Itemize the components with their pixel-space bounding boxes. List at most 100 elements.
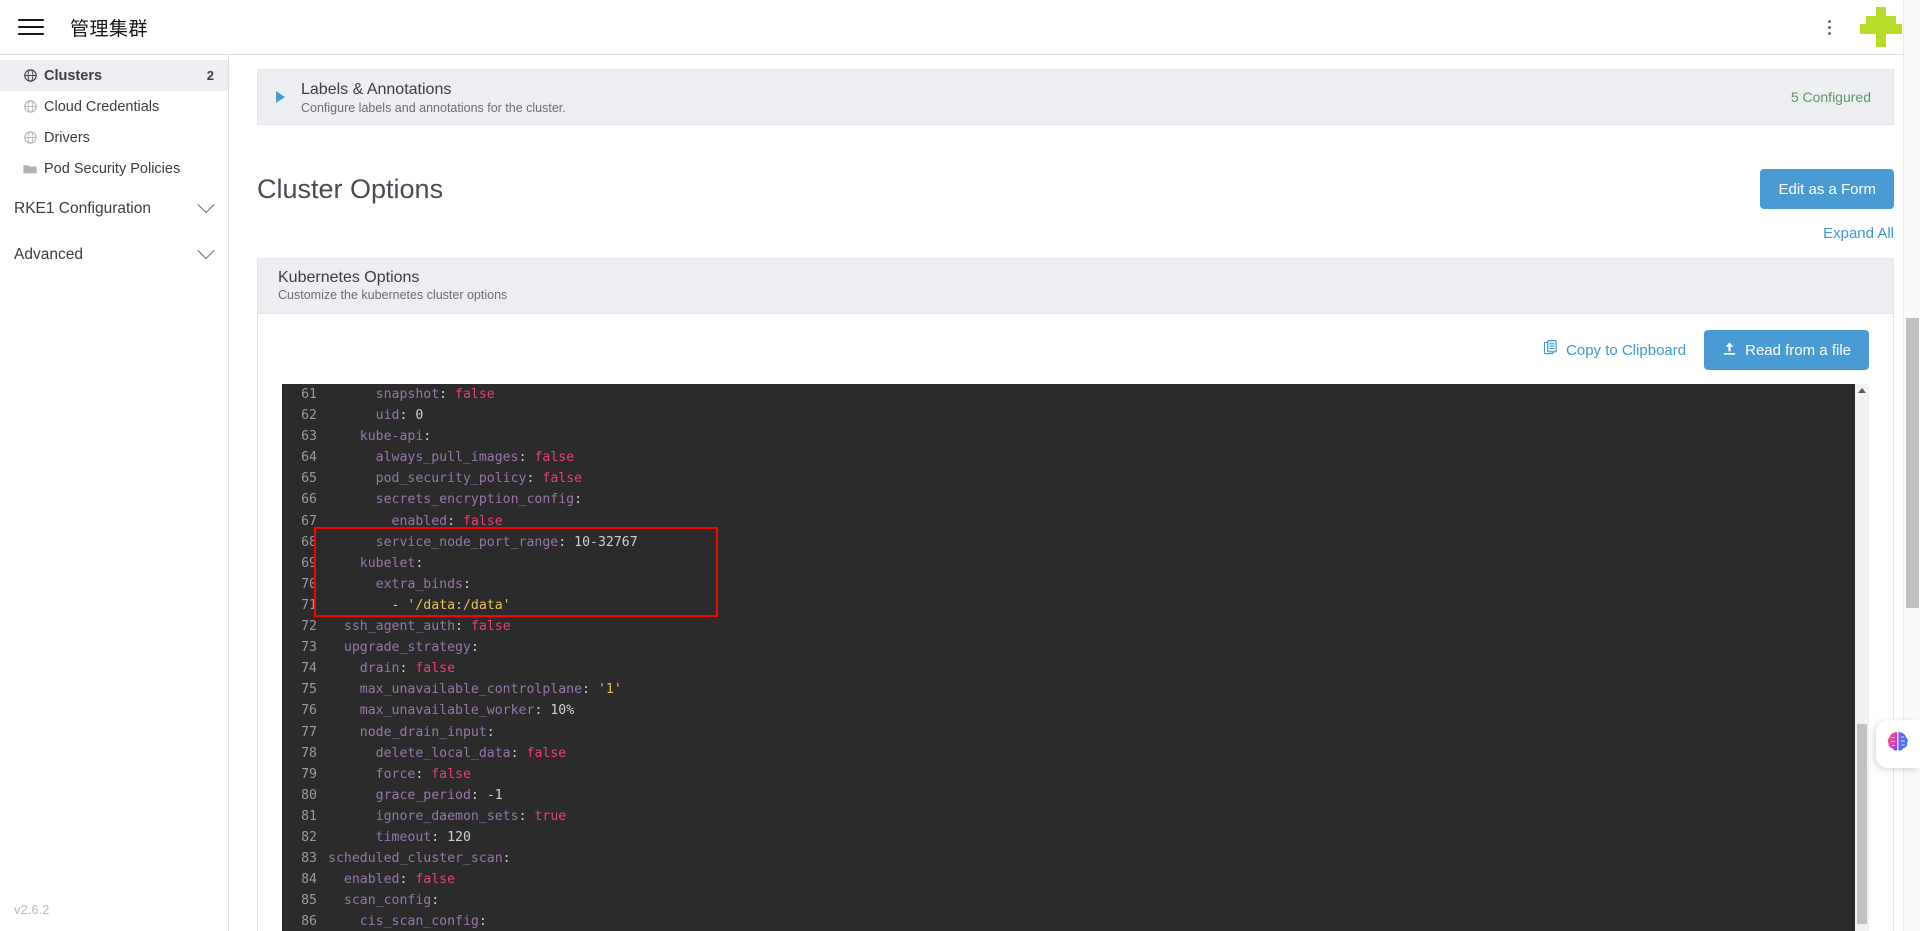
sidebar-item-cloud-credentials[interactable]: Cloud Credentials (0, 91, 228, 122)
code-lines: 61 snapshot: false 62 uid: 0 63 kube-api: 6… (282, 384, 1869, 931)
line-number: 77 (301, 724, 317, 740)
line-number: 71 (301, 597, 317, 613)
read-from-file-button[interactable]: Read from a file (1704, 330, 1869, 370)
kubernetes-options-title: Kubernetes Options (278, 269, 420, 286)
line-number: 68 (301, 534, 317, 550)
main-content: Labels & Annotations Configure labels an… (229, 55, 1920, 931)
cluster-options-title: Cluster Options (257, 173, 444, 204)
sidebar-item-pod-security-policies[interactable]: Pod Security Policies (0, 153, 228, 184)
edit-as-form-button[interactable]: Edit as a Form (1760, 169, 1894, 209)
line-number: 79 (301, 766, 317, 782)
code-line-text: grace_period: -1 (328, 787, 503, 803)
line-number: 72 (301, 619, 317, 635)
code-line-text: ssh_agent_auth: false (328, 619, 511, 635)
line-number: 86 (301, 914, 317, 930)
code-line: 64 always_pull_images: false (282, 447, 1869, 468)
triangle-right-icon[interactable] (276, 91, 285, 103)
version-label: v2.6.2 (14, 902, 50, 917)
accordion-subtitle: Configure labels and annotations for the… (301, 100, 566, 115)
status-badge: 5 Configured (1790, 89, 1871, 105)
code-line-text: kubelet: (328, 555, 424, 571)
code-line: 82 timeout: 120 (282, 827, 1869, 848)
code-line: 66 secrets_encryption_config: (282, 489, 1869, 510)
kubernetes-options-subtitle: Customize the kubernetes cluster options (278, 288, 508, 302)
chevron-down-icon (197, 242, 215, 260)
sidebar: Clusters 2 Cloud Credentials Drivers Pod… (0, 55, 229, 931)
code-line-text: ignore_daemon_sets: true (328, 808, 567, 824)
code-line: 70 extra_binds: (282, 574, 1869, 595)
sidebar-item-label: Cloud Credentials (44, 98, 160, 115)
code-line-text: - '/data:/data' (328, 597, 511, 613)
code-line: 69 kubelet: (282, 553, 1869, 574)
kebab-menu-icon[interactable] (1816, 14, 1842, 40)
folder-icon (22, 163, 38, 175)
code-line: 83 scheduled_cluster_scan: (282, 848, 1869, 869)
page-title: 管理集群 (70, 18, 149, 40)
code-line: 63 kube-api: (282, 426, 1869, 447)
yaml-code-editor[interactable]: 61 snapshot: false 62 uid: 0 63 kube-api: 6… (282, 384, 1869, 931)
line-number: 76 (301, 703, 317, 719)
code-line: 80 grace_period: -1 (282, 785, 1869, 806)
code-line-text: cis_scan_config: (328, 914, 487, 930)
code-line-text: snapshot: false (328, 387, 495, 402)
code-line: 75 max_unavailable_controlplane: '1' (282, 679, 1869, 700)
page-scroll-thumb[interactable] (1906, 318, 1919, 608)
code-line-text: scan_config: (328, 893, 440, 909)
code-line-text: delete_local_data: false (328, 745, 567, 761)
code-line-text: node_drain_input: (328, 724, 495, 740)
code-line-text: service_node_port_range: 10-32767 (328, 534, 638, 550)
sidebar-group-advanced[interactable]: Advanced (0, 236, 228, 274)
scroll-up-arrow-icon[interactable] (1858, 388, 1866, 393)
line-number: 70 (301, 576, 317, 592)
code-line: 72 ssh_agent_auth: false (282, 616, 1869, 637)
expand-all-row: Expand All (257, 225, 1894, 242)
sidebar-item-drivers[interactable]: Drivers (0, 122, 228, 153)
code-line-text: uid: 0 (328, 408, 424, 424)
sidebar-item-clusters[interactable]: Clusters 2 (0, 60, 228, 91)
line-number: 85 (301, 893, 317, 909)
brain-ai-icon (1885, 730, 1911, 759)
copy-to-clipboard-button[interactable]: Copy to Clipboard (1543, 339, 1687, 360)
page-scrollbar[interactable] (1903, 0, 1920, 931)
editor-toolbar: Copy to Clipboard Read from a file (258, 314, 1893, 384)
code-line: 78 delete_local_data: false (282, 743, 1869, 764)
sidebar-item-label: Clusters (44, 67, 103, 84)
ai-assistant-button[interactable] (1876, 720, 1920, 768)
clipboard-icon (1543, 339, 1559, 360)
kubernetes-options-header: Kubernetes Options Customize the kuberne… (258, 259, 1893, 314)
line-number: 82 (301, 829, 317, 845)
code-line-text: max_unavailable_controlplane: '1' (328, 682, 622, 698)
labels-annotations-accordion[interactable]: Labels & Annotations Configure labels an… (257, 69, 1894, 125)
code-line: 71 - '/data:/data' (282, 595, 1869, 616)
editor-scroll-thumb[interactable] (1857, 724, 1867, 924)
line-number: 66 (301, 492, 317, 508)
code-line-text: upgrade_strategy: (328, 640, 479, 656)
read-from-file-label: Read from a file (1745, 341, 1851, 359)
code-line: 67 enabled: false (282, 511, 1869, 532)
sidebar-item-label: Drivers (44, 129, 90, 146)
app-root: 管理集群 Clusters 2 Cloud Credentials Driver… (0, 0, 1920, 931)
sidebar-group-label: Advanced (14, 246, 83, 263)
code-line-text: scheduled_cluster_scan: (328, 851, 511, 867)
code-line-text: extra_binds: (328, 576, 471, 592)
sidebar-group-rke1-configuration[interactable]: RKE1 Configuration (0, 190, 228, 228)
editor-scrollbar[interactable] (1855, 384, 1869, 931)
code-line: 77 node_drain_input: (282, 722, 1869, 743)
code-line-text: drain: false (328, 661, 456, 677)
code-line-text: max_unavailable_worker: 10% (328, 703, 575, 719)
line-number: 78 (301, 745, 317, 761)
hamburger-icon[interactable] (18, 16, 44, 38)
code-line-text: secrets_encryption_config: (328, 492, 583, 508)
line-number: 74 (301, 661, 317, 677)
sidebar-group-label: RKE1 Configuration (14, 200, 151, 217)
chevron-down-icon (197, 196, 215, 214)
rancher-logo[interactable] (1858, 5, 1904, 49)
copy-to-clipboard-label: Copy to Clipboard (1566, 341, 1687, 359)
main-inner: Labels & Annotations Configure labels an… (229, 55, 1920, 931)
code-line-text: timeout: 120 (328, 829, 471, 845)
expand-all-link[interactable]: Expand All (1823, 225, 1894, 242)
accordion-title: Labels & Annotations (301, 80, 452, 98)
line-number: 83 (301, 851, 317, 867)
code-line: 62 uid: 0 (282, 405, 1869, 426)
upload-icon (1722, 341, 1737, 360)
